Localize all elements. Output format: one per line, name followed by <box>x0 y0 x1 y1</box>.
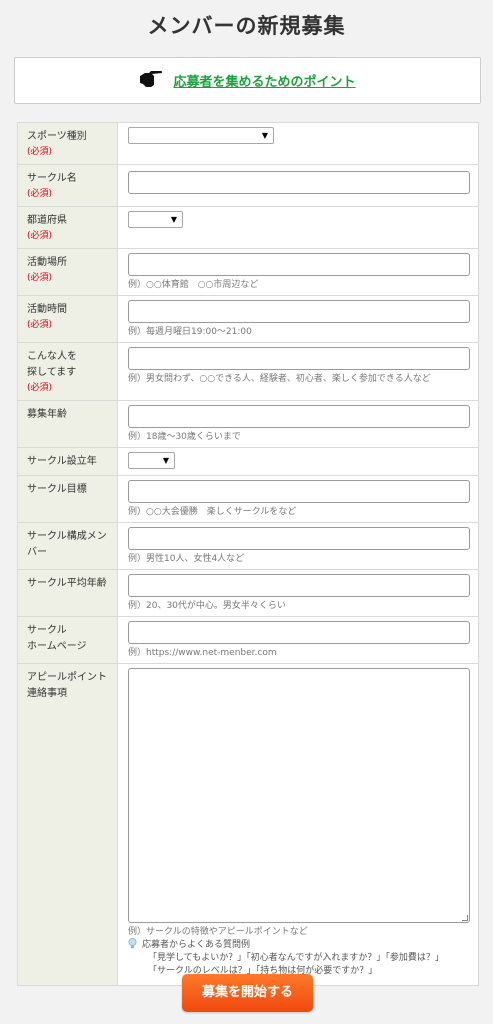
founded-label: サークル設立年 <box>27 456 97 467</box>
members-example: 例）男性10人、女性4人など <box>128 554 245 564</box>
circle-name-label: サークル名 <box>27 173 77 184</box>
place-example: 例）○○体育館 ○○市周辺など <box>128 280 259 290</box>
seeking-label-line2: 探してます <box>27 367 77 378</box>
time-example: 例）毎週月曜日19:00〜21:00 <box>128 327 252 337</box>
age-label: 募集年齢 <box>27 409 67 420</box>
homepage-label: サークル <box>27 625 67 636</box>
place-input[interactable] <box>128 253 470 276</box>
goal-example: 例）○○大会優勝 楽しくサークルをなど <box>128 507 297 517</box>
goal-input[interactable] <box>128 480 470 503</box>
homepage-input[interactable] <box>128 621 470 644</box>
members-label: サークル構成メン <box>27 531 107 542</box>
row-prefecture: 都道府県 (必須) ▼ <box>17 206 479 249</box>
time-input[interactable] <box>128 300 470 323</box>
row-appeal: アピールポイント 連絡事項 例）サークルの特徴やアピールポイントなど 応募者から… <box>17 663 479 986</box>
pointing-hand-icon <box>139 70 163 92</box>
row-time: 活動時間 (必須) 例）毎週月曜日19:00〜21:00 <box>17 295 479 343</box>
avg-age-example: 例）20、30代が中心。男女半々くらい <box>128 601 286 611</box>
row-homepage: サークル ホームページ 例）https://www.net-menber.com <box>17 616 479 664</box>
seeking-example: 例）男女問わず、○○できる人、経験者、初心者、楽しく参加できる人など <box>128 374 431 384</box>
faq-title: 応募者からよくある質問例 <box>142 940 251 950</box>
goal-label: サークル目標 <box>27 484 87 495</box>
seeking-input[interactable] <box>128 347 470 370</box>
members-input[interactable] <box>128 527 470 550</box>
page-title: メンバーの新規募集 <box>147 14 346 38</box>
homepage-label-line2: ホームページ <box>27 641 87 652</box>
required-mark: (必須) <box>27 320 53 330</box>
age-input[interactable] <box>128 405 470 428</box>
row-founded: サークル設立年 ▼ <box>17 447 479 476</box>
row-seeking: こんな人を 探してます (必須) 例）男女問わず、○○できる人、経験者、初心者、… <box>17 342 479 401</box>
dropdown-arrow-icon: ▼ <box>162 456 169 465</box>
founded-year-select[interactable]: ▼ <box>128 452 175 469</box>
place-label: 活動場所 <box>27 257 67 268</box>
recruit-form: スポーツ種別 (必須) ▼ サークル名 (必須) 都道府県 (必須) ▼ 活動場… <box>17 122 479 986</box>
resize-grip-icon[interactable] <box>462 915 468 921</box>
homepage-example: 例）https://www.net-menber.com <box>128 648 277 658</box>
seeking-label: こんな人を <box>27 351 77 362</box>
dropdown-arrow-icon: ▼ <box>261 131 268 140</box>
age-example: 例）18歳〜30歳くらいまで <box>128 432 241 442</box>
required-mark: (必須) <box>27 147 53 157</box>
required-mark: (必須) <box>27 189 53 199</box>
sport-select[interactable]: ▼ <box>128 127 274 144</box>
row-sport: スポーツ種別 (必須) ▼ <box>17 122 479 165</box>
prefecture-select[interactable]: ▼ <box>128 211 183 228</box>
row-goal: サークル目標 例）○○大会優勝 楽しくサークルをなど <box>17 475 479 523</box>
appeal-example: 例）サークルの特徴やアピールポイントなど <box>128 927 308 937</box>
lightbulb-icon <box>128 938 137 949</box>
row-avg-age: サークル平均年齢 例）20、30代が中心。男女半々くらい <box>17 569 479 617</box>
time-label: 活動時間 <box>27 304 67 315</box>
required-mark: (必須) <box>27 383 53 393</box>
recruit-tips-box: 応募者を集めるためのポイント <box>14 57 481 104</box>
avg-age-input[interactable] <box>128 574 470 597</box>
start-recruit-button[interactable]: 募集を開始する <box>182 974 313 1012</box>
row-circle-name: サークル名 (必須) <box>17 164 479 207</box>
appeal-label-line2: 連絡事項 <box>27 688 67 699</box>
row-age: 募集年齢 例）18歳〜30歳くらいまで <box>17 400 479 448</box>
row-members: サークル構成メン バー 例）男性10人、女性4人など <box>17 522 479 570</box>
circle-name-input[interactable] <box>128 171 470 194</box>
required-mark: (必須) <box>27 231 53 241</box>
sport-label: スポーツ種別 <box>27 131 87 142</box>
required-mark: (必須) <box>27 273 53 283</box>
row-place: 活動場所 (必須) 例）○○体育館 ○○市周辺など <box>17 248 479 296</box>
recruit-tips-link[interactable]: 応募者を集めるためのポイント <box>173 71 355 90</box>
faq-line-1: 「見学してもよいか？」「初心者なんですが入れますか？」「参加費は？」 <box>148 953 444 963</box>
avg-age-label: サークル平均年齢 <box>27 578 107 589</box>
appeal-textarea[interactable] <box>128 668 470 923</box>
faq-hint: 応募者からよくある質問例 「見学してもよいか？」「初心者なんですが入れますか？」… <box>128 938 470 978</box>
prefecture-label: 都道府県 <box>27 215 67 226</box>
appeal-label: アピールポイント <box>27 672 107 683</box>
members-label-line2: バー <box>27 547 47 558</box>
dropdown-arrow-icon: ▼ <box>170 215 177 224</box>
